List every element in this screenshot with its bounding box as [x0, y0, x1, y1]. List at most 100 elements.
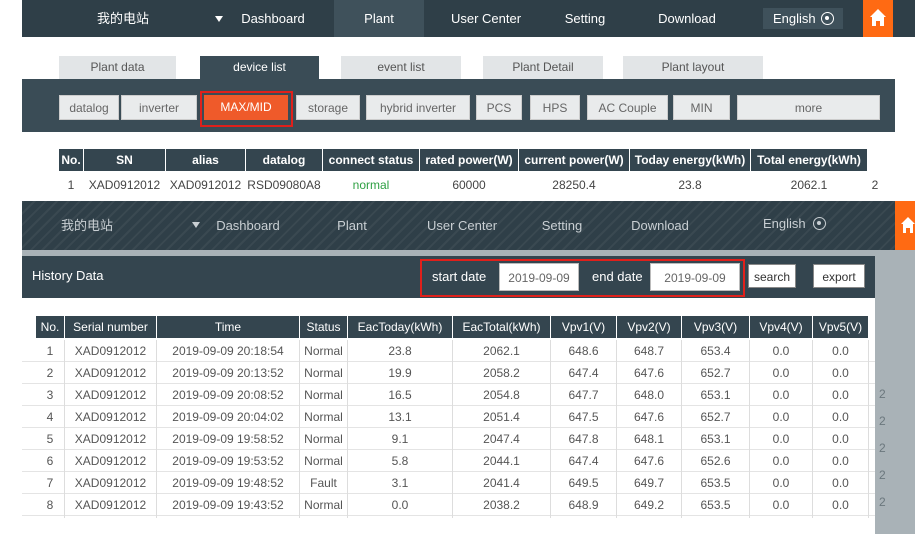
cell-vpv2: 648.0 — [633, 388, 665, 402]
tab-plant-detail[interactable]: Plant Detail — [483, 56, 603, 79]
cell-serial-number: XAD0912012 — [74, 432, 147, 446]
cell-current-power: 28250.4 — [552, 178, 596, 192]
col-vpv5: Vpv5(V) — [813, 316, 868, 338]
grid-line — [681, 340, 682, 518]
language-dropdown-icon — [813, 217, 826, 230]
cell-vpv1: 648.6 — [568, 344, 599, 358]
cell-vpv4: 0.0 — [772, 454, 790, 468]
col-alias: alias — [166, 149, 245, 171]
device-type-hps[interactable]: HPS — [530, 95, 580, 120]
cell-status: Normal — [304, 454, 343, 468]
tab-plant-data[interactable]: Plant data — [59, 56, 176, 79]
cell-vpv5: 0.0 — [832, 498, 849, 512]
table-row: 2 XAD0912012 2019-09-09 20:13:52 Normal 19.9… — [22, 362, 875, 384]
device-type-min[interactable]: MIN — [673, 95, 730, 120]
cell-time: 2019-09-09 20:13:52 — [172, 366, 284, 380]
cell-serial-number: XAD0912012 — [74, 388, 147, 402]
nav-user-center[interactable]: User Center — [441, 0, 531, 37]
col-today-energy: Today energy(kWh) — [630, 149, 750, 171]
cell-eac-total: 2044.1 — [483, 454, 520, 468]
cell-time: 2019-09-09 19:43:52 — [172, 498, 284, 512]
device-type-hybrid-inverter[interactable]: hybrid inverter — [366, 95, 470, 120]
cell-vpv2: 647.6 — [633, 366, 665, 380]
device-type-datalog[interactable]: datalog — [59, 95, 119, 120]
background-value: 2 — [879, 468, 886, 482]
home-button[interactable] — [895, 201, 915, 250]
nav-download[interactable]: Download — [620, 201, 700, 250]
language-selector[interactable]: English — [763, 8, 843, 29]
top-nav-bar: 我的电站 Dashboard Plant User Center Setting… — [22, 0, 915, 37]
col-no: No. — [36, 316, 64, 338]
home-icon — [870, 9, 886, 26]
cell-no: 7 — [46, 476, 54, 490]
nav-dashboard[interactable]: Dashboard — [229, 0, 317, 37]
cell-vpv2: 648.7 — [633, 344, 665, 358]
cell-serial-number: XAD0912012 — [74, 410, 147, 424]
cell-vpv1: 648.9 — [568, 498, 599, 512]
cell-serial-number: XAD0912012 — [74, 476, 147, 490]
language-label: English — [773, 11, 816, 26]
cell-eac-today: 5.8 — [391, 454, 409, 468]
col-eac-total: EacTotal(kWh) — [453, 316, 550, 338]
device-type-storage[interactable]: storage — [296, 95, 360, 120]
tab-event-list[interactable]: event list — [341, 56, 461, 79]
device-type-more[interactable]: more — [737, 95, 880, 120]
cell-status: Normal — [304, 498, 343, 512]
home-button[interactable] — [863, 0, 893, 37]
cell-vpv1: 647.8 — [568, 432, 599, 446]
cell-vpv3: 653.1 — [700, 432, 731, 446]
nav-plant[interactable]: Plant — [334, 0, 424, 37]
table-row: 3 XAD0912012 2019-09-09 20:08:52 Normal 16.5… — [22, 384, 875, 406]
history-screenshot: 我的电站 Dashboard Plant User Center Setting… — [22, 201, 915, 534]
grid-line — [299, 340, 300, 518]
nav-dashboard[interactable]: Dashboard — [208, 201, 288, 250]
plant-selector[interactable]: 我的电站 — [78, 0, 168, 37]
background-value: 2 — [879, 495, 886, 509]
language-selector[interactable]: English — [755, 213, 837, 234]
cell-no: 3 — [46, 388, 54, 402]
cell-vpv2: 649.7 — [633, 476, 665, 490]
background-value: 2 — [879, 387, 886, 401]
cell-status: Normal — [304, 388, 343, 402]
col-eac-today: EacToday(kWh) — [348, 316, 452, 338]
tab-plant-layout[interactable]: Plant layout — [623, 56, 763, 79]
col-serial-number: Serial number — [65, 316, 156, 338]
cell-vpv4: 0.0 — [772, 498, 790, 512]
cell-status: Normal — [304, 410, 343, 424]
device-type-inverter[interactable]: inverter — [121, 95, 197, 120]
chevron-down-icon[interactable] — [215, 16, 223, 22]
cell-time: 2019-09-09 20:18:54 — [172, 344, 284, 358]
export-button[interactable]: export — [813, 264, 865, 288]
cell-vpv2: 649.2 — [633, 498, 665, 512]
cell-vpv3: 653.4 — [700, 344, 731, 358]
search-button[interactable]: search — [748, 264, 796, 288]
col-status: Status — [300, 316, 347, 338]
nav-user-center[interactable]: User Center — [417, 201, 507, 250]
history-data-dialog: History Data start date 2019-09-09 end d… — [22, 256, 875, 534]
cell-sn[interactable]: XAD0912012 — [84, 174, 165, 196]
plant-selector[interactable]: 我的电站 — [52, 201, 122, 250]
col-rated-power: rated power(W) — [420, 149, 518, 171]
background-value: 2 — [879, 441, 886, 455]
cell-no: 8 — [46, 498, 54, 512]
cell-no: 6 — [46, 454, 54, 468]
nav-download[interactable]: Download — [642, 0, 732, 37]
cell-time: 2019-09-09 19:53:52 — [172, 454, 284, 468]
table-row: 4 XAD0912012 2019-09-09 20:04:02 Normal 13.1… — [22, 406, 875, 428]
tab-device-list[interactable]: device list — [200, 56, 319, 79]
grid-line — [749, 340, 750, 518]
cell-vpv3: 652.6 — [700, 454, 731, 468]
chevron-down-icon[interactable] — [192, 222, 200, 228]
nav-setting[interactable]: Setting — [540, 0, 630, 37]
grid-line — [550, 340, 551, 518]
grid-line — [347, 340, 348, 518]
dialog-header: History Data start date 2019-09-09 end d… — [22, 256, 875, 298]
nav-setting[interactable]: Setting — [527, 201, 597, 250]
col-vpv2: Vpv2(V) — [617, 316, 681, 338]
cell-eac-today: 0.0 — [391, 498, 409, 512]
col-vpv4: Vpv4(V) — [750, 316, 812, 338]
device-type-ac-couple[interactable]: AC Couple — [587, 95, 668, 120]
device-type-pcs[interactable]: PCS — [476, 95, 522, 120]
nav-plant[interactable]: Plant — [322, 201, 382, 250]
cell-rated-power: 60000 — [452, 178, 486, 192]
